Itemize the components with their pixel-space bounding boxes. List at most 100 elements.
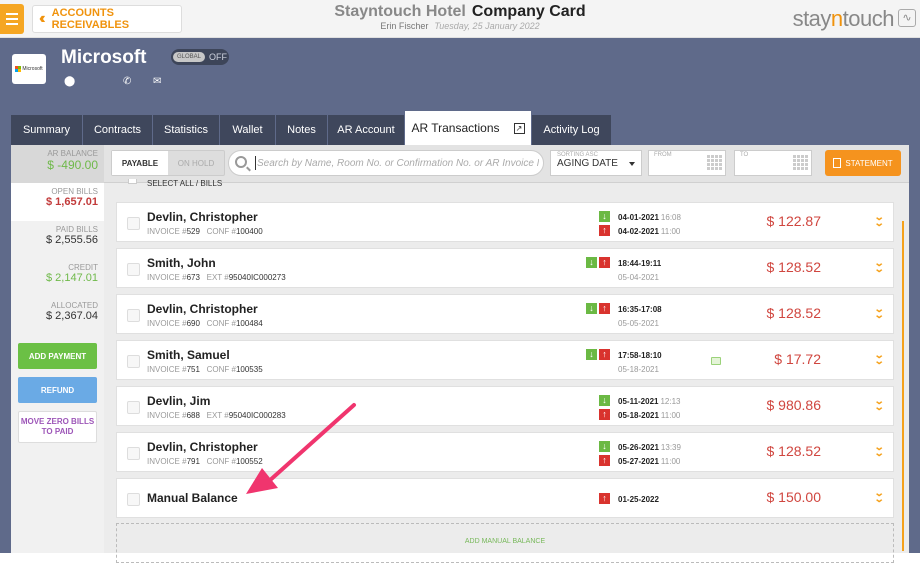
tab-wallet[interactable]: Wallet [220, 115, 276, 145]
global-toggle-state: OFF [209, 52, 228, 62]
page-header: Stayntouch Hotel Company Card Erin Fische… [0, 3, 920, 31]
arrow-down-icon: ↓ [599, 211, 610, 222]
payable-onhold-switch: PAYABLE ON HOLD [111, 150, 225, 176]
row-checkbox[interactable] [127, 217, 140, 230]
arrow-down-icon: ↓ [599, 395, 610, 406]
row-checkbox[interactable] [127, 401, 140, 414]
row-checkbox[interactable] [127, 493, 140, 506]
open-bills-value: $ 1,657.01 [46, 196, 98, 208]
allocated[interactable]: ALLOCATED $ 2,367.04 [11, 297, 104, 335]
row-checkbox[interactable] [127, 447, 140, 460]
add-manual-balance-button[interactable]: ADD MANUAL BALANCE [116, 523, 894, 563]
location-pin-icon[interactable]: ⬤ [64, 76, 75, 87]
payable-toggle[interactable]: PAYABLE [112, 151, 168, 175]
phone-icon[interactable]: ✆ [123, 76, 131, 87]
row-checkbox[interactable] [127, 309, 140, 322]
move-zero-bills-button[interactable]: MOVE ZERO BILLS TO PAID [18, 411, 97, 443]
sort-select[interactable]: SORTING ASC AGING DATE [550, 150, 642, 176]
credit[interactable]: CREDIT $ 2,147.01 [11, 259, 104, 297]
tab-contracts[interactable]: Contracts [83, 115, 153, 145]
arrow-down-icon: ↓ [599, 441, 610, 452]
on-hold-toggle[interactable]: ON HOLD [168, 151, 224, 175]
expand-chevron-icon[interactable]: ⌄ ⌄ [873, 397, 884, 413]
current-date: Tuesday, 25 January 2022 [434, 21, 540, 31]
expand-icon[interactable]: ↗ [513, 122, 525, 134]
scrollbar[interactable] [902, 221, 904, 551]
bill-amount: $ 980.86 [766, 397, 822, 413]
tab-statistics[interactable]: Statistics [153, 115, 220, 145]
guest-name: Devlin, Christopher [147, 440, 258, 454]
arrow-up-icon: ↑ [599, 303, 610, 314]
from-date-field[interactable]: FROM [648, 150, 726, 176]
table-row[interactable]: Devlin, Christopher INVOICE #791 CONF #1… [116, 432, 894, 472]
balance-sidebar: AR BALANCE $ -490.00 OPEN BILLS $ 1,657.… [11, 145, 104, 553]
open-bills[interactable]: OPEN BILLS $ 1,657.01 [11, 183, 104, 221]
bill-amount: $ 128.52 [766, 305, 822, 321]
refund-button[interactable]: REFUND [18, 377, 97, 403]
tab-bar: Summary Contracts Statistics Wallet Note… [0, 111, 920, 145]
pulse-icon[interactable]: ∿ [898, 9, 916, 27]
arrow-down-icon: ↓ [586, 303, 597, 314]
guest-name: Devlin, Jim [147, 394, 211, 408]
expand-chevron-icon[interactable]: ⌄ ⌄ [873, 489, 884, 505]
top-bar: ‹‹ ACCOUNTS RECEIVABLES Stayntouch Hotel… [0, 0, 920, 38]
add-payment-button[interactable]: ADD PAYMENT [18, 343, 97, 369]
credit-value: $ 2,147.01 [46, 272, 98, 284]
page-title: Company Card [471, 3, 586, 20]
tab-ar-account[interactable]: AR Account [328, 115, 405, 145]
expand-chevron-icon[interactable]: ⌄ ⌄ [873, 305, 884, 321]
select-all[interactable]: SELECT ALL / BILLS [128, 179, 222, 188]
expand-chevron-icon[interactable]: ⌄ ⌄ [873, 259, 884, 275]
search-icon [235, 156, 247, 168]
search-input[interactable] [255, 156, 539, 170]
table-row[interactable]: Devlin, Christopher INVOICE #690 CONF #1… [116, 294, 894, 334]
statement-button[interactable]: STATEMENT [825, 150, 901, 176]
tab-ar-transactions-label: AR Transactions [411, 121, 500, 135]
user-name: Erin Fischer [380, 21, 429, 31]
bill-amount: $ 150.00 [766, 489, 822, 505]
filter-bar: PAYABLE ON HOLD SORTING ASC AGING DATE F… [104, 145, 909, 183]
arrow-up-icon: ↑ [599, 455, 610, 466]
guest-name: Smith, Samuel [147, 348, 230, 362]
bill-amount: $ 128.52 [766, 259, 822, 275]
calendar-icon [793, 155, 808, 170]
arrow-up-icon: ↑ [599, 349, 610, 360]
arrow-up-icon: ↑ [599, 409, 610, 420]
global-toggle[interactable]: GLOBAL OFF [171, 49, 229, 65]
document-icon [833, 158, 842, 168]
expand-chevron-icon[interactable]: ⌄ ⌄ [873, 351, 884, 367]
company-header: Microsoft Microsoft GLOBAL OFF ⬤ ✆ ✉ [0, 38, 920, 111]
table-row[interactable]: Devlin, Christopher INVOICE #529 CONF #1… [116, 202, 894, 242]
tab-ar-transactions[interactable]: AR Transactions ↗ [405, 111, 532, 145]
company-name: Microsoft [61, 47, 147, 68]
tab-notes[interactable]: Notes [276, 115, 328, 145]
row-checkbox[interactable] [127, 263, 140, 276]
ar-balance-value: $ -490.00 [47, 158, 98, 172]
arrow-up-icon: ↑ [599, 225, 610, 236]
bill-amount: $ 122.87 [766, 213, 822, 229]
content-area: AR BALANCE $ -490.00 OPEN BILLS $ 1,657.… [0, 145, 920, 563]
bill-amount: $ 128.52 [766, 443, 822, 459]
paid-bills-value: $ 2,555.56 [46, 234, 98, 246]
tab-summary[interactable]: Summary [11, 115, 83, 145]
tab-activity-log[interactable]: Activity Log [532, 115, 612, 145]
guest-name: Manual Balance [147, 491, 238, 505]
expand-chevron-icon[interactable]: ⌄ ⌄ [873, 213, 884, 229]
table-row[interactable]: Devlin, Jim INVOICE #688 EXT #95040IC000… [116, 386, 894, 426]
guest-name: Devlin, Christopher [147, 210, 258, 224]
select-all-checkbox[interactable] [128, 179, 137, 184]
expand-chevron-icon[interactable]: ⌄ ⌄ [873, 443, 884, 459]
envelope-icon[interactable]: ✉ [153, 76, 161, 87]
guest-name: Smith, John [147, 256, 216, 270]
table-row[interactable]: Smith, John INVOICE #673 EXT #95040IC000… [116, 248, 894, 288]
bill-amount: $ 17.72 [774, 351, 821, 367]
credit-card-icon [711, 357, 721, 365]
table-row-manual-balance[interactable]: Manual Balance ↑ 01-25-2022 $ 150.00 ⌄ ⌄ [116, 478, 894, 518]
row-checkbox[interactable] [127, 355, 140, 368]
to-date-field[interactable]: TO [734, 150, 812, 176]
paid-bills[interactable]: PAID BILLS $ 2,555.56 [11, 221, 104, 259]
arrow-up-icon: ↑ [599, 257, 610, 268]
allocated-value: $ 2,367.04 [46, 310, 98, 322]
company-logo: Microsoft [12, 54, 46, 84]
table-row[interactable]: Smith, Samuel INVOICE #751 CONF #100535 … [116, 340, 894, 380]
